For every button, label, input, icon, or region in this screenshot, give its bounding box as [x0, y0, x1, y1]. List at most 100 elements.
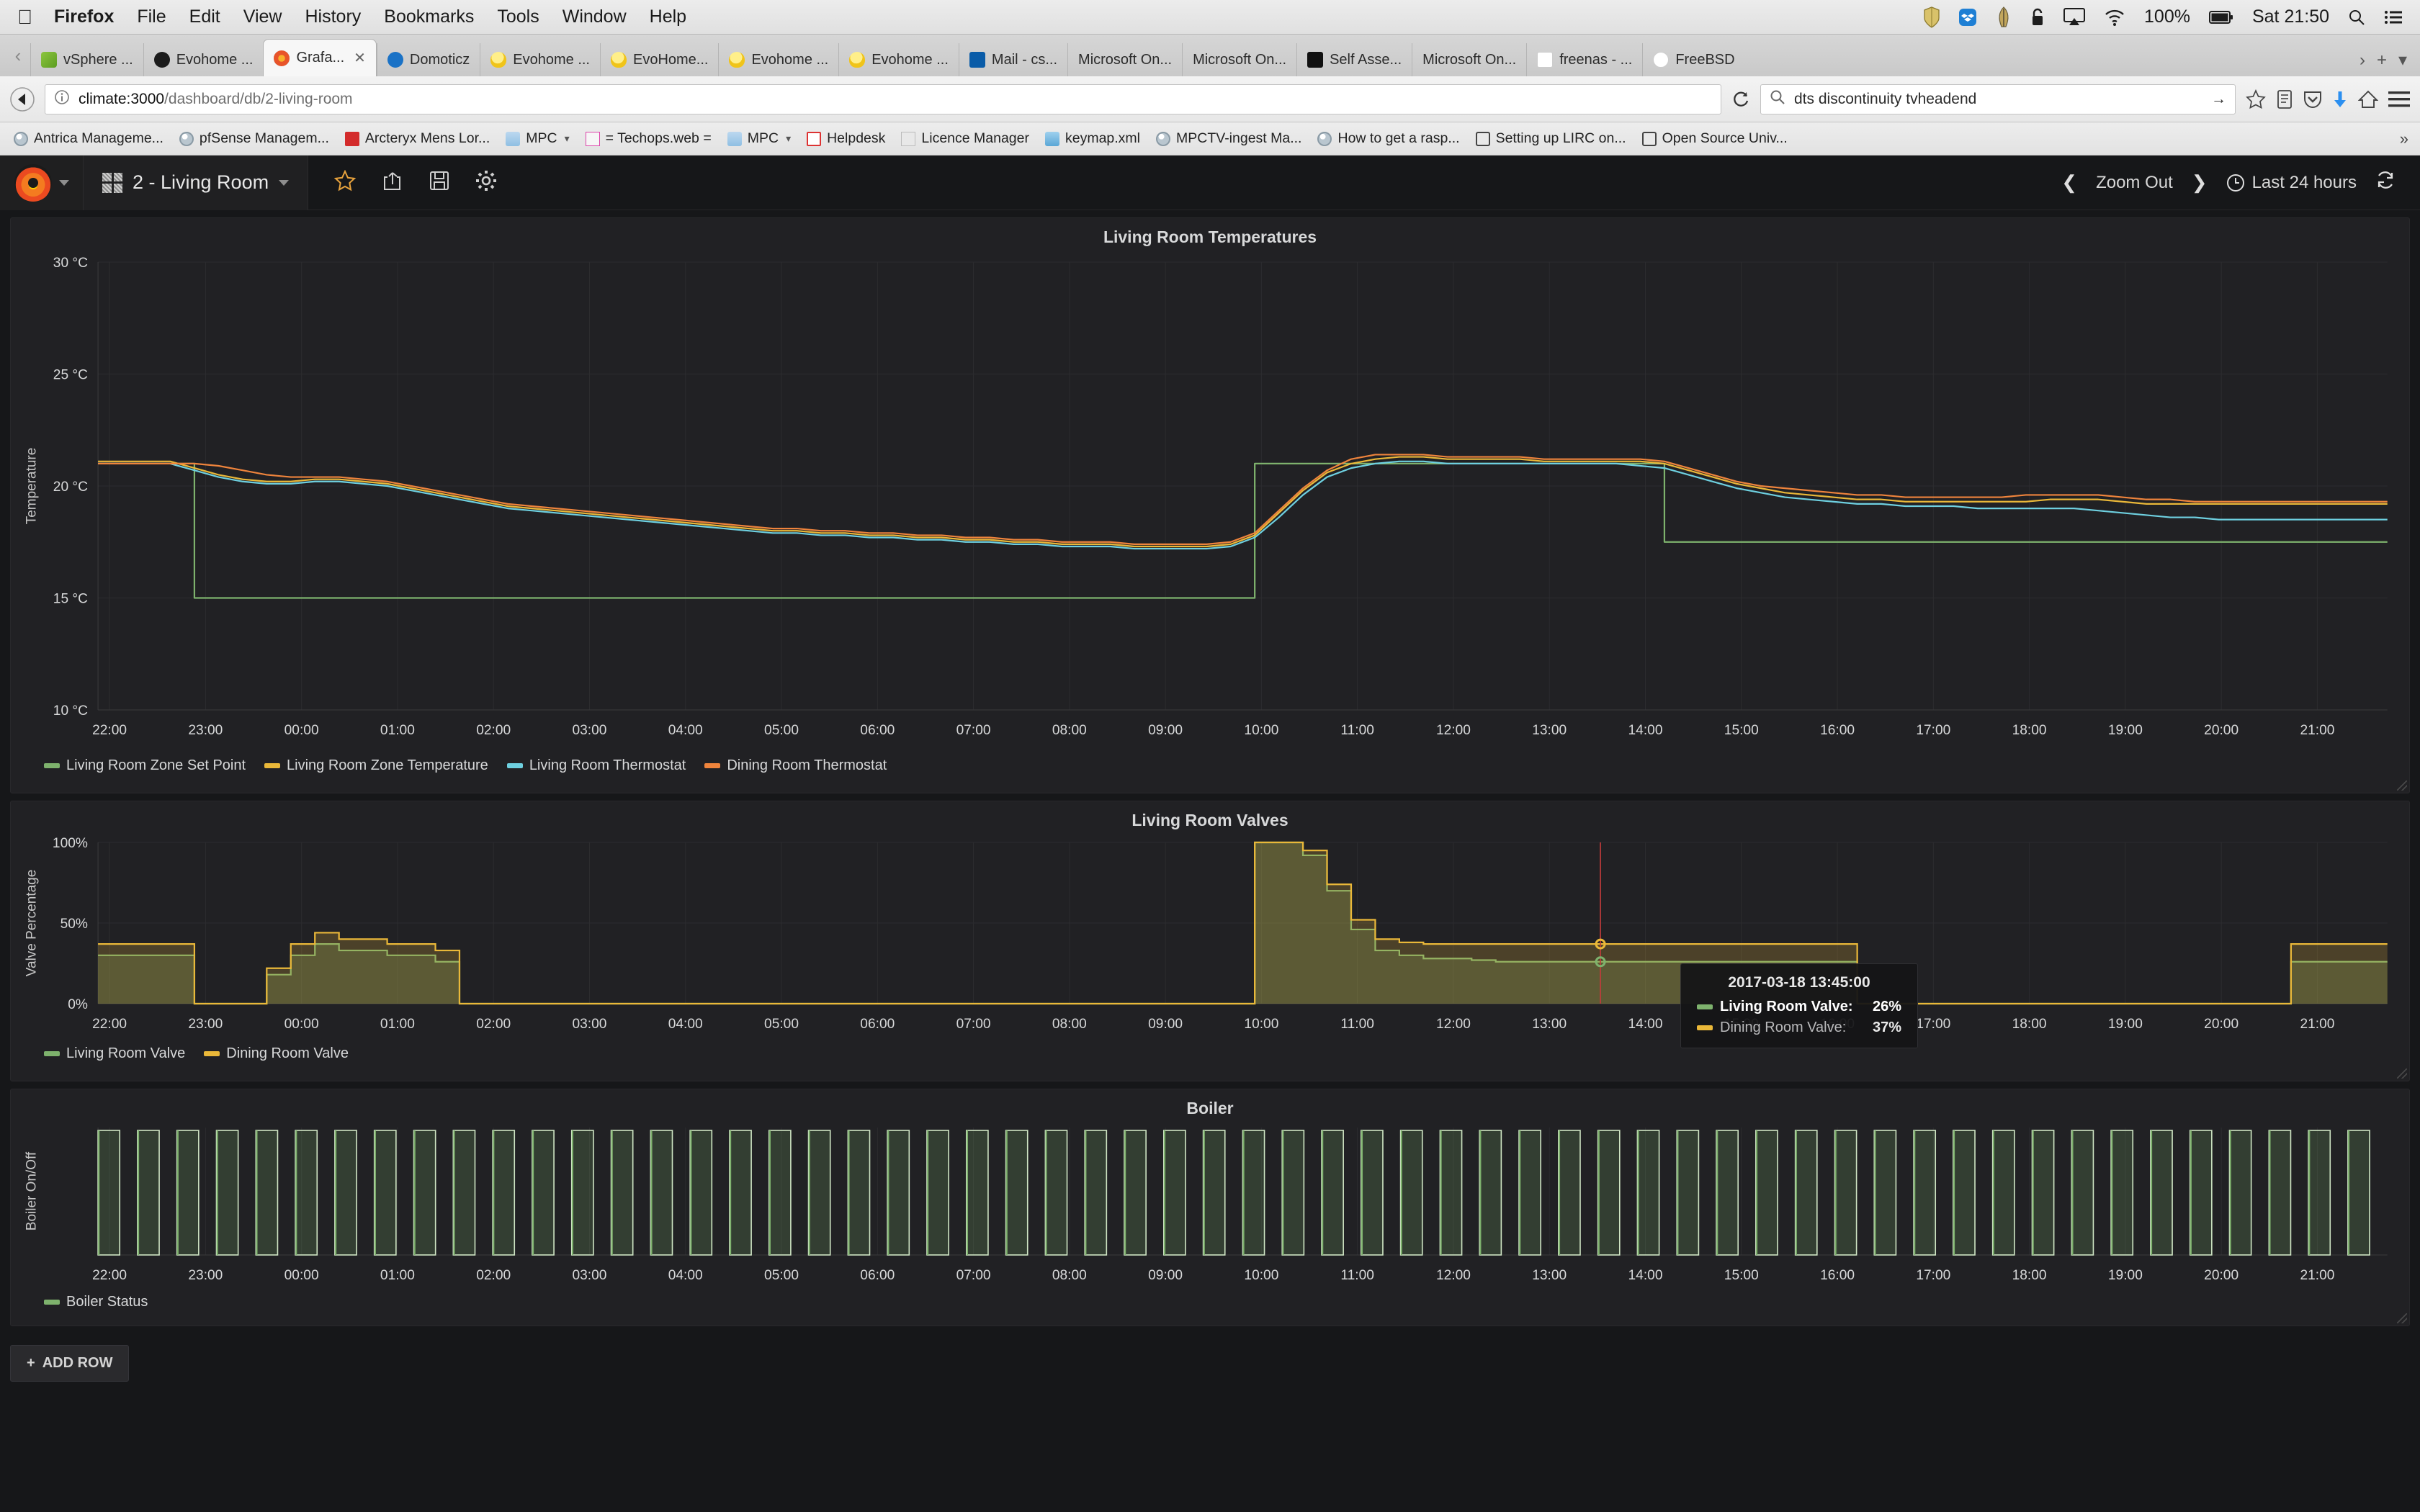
legend-item[interactable]: Living Room Zone Set Point [44, 757, 246, 774]
list-icon[interactable] [2384, 9, 2403, 25]
search-input[interactable]: dts discontinuity tvheadend [1794, 91, 2202, 108]
menu-history[interactable]: History [305, 6, 362, 27]
temperature-chart[interactable]: Temperature 10 °C 15 °C 20 °C 25 °C 30 °C 22:0… [11, 249, 2409, 753]
menu-window[interactable]: Window [563, 6, 627, 27]
panel-resize-handle[interactable] [2397, 780, 2407, 791]
legend-item[interactable]: Boiler Status [44, 1294, 148, 1310]
browser-tab[interactable]: Self Asse... [1296, 43, 1412, 76]
browser-tab[interactable]: EvoHome... [599, 43, 718, 76]
star-icon[interactable] [333, 169, 357, 195]
hamburger-menu-icon[interactable] [2388, 90, 2410, 109]
settings-gear-icon[interactable] [475, 170, 497, 195]
lock-icon[interactable] [2030, 7, 2045, 27]
legend-item[interactable]: Living Room Zone Temperature [264, 757, 488, 774]
pocket-icon[interactable] [2303, 89, 2322, 109]
bookmark-item[interactable]: pfSense Managem... [173, 127, 336, 150]
download-icon[interactable] [2332, 89, 2348, 109]
tab-scroll-left-icon[interactable]: ‹ [6, 35, 30, 76]
airplay-icon[interactable] [2063, 7, 2086, 27]
menu-help[interactable]: Help [650, 6, 686, 27]
chevron-down-icon[interactable]: ▾ [565, 132, 570, 145]
time-shift-back-icon[interactable]: ❮ [2061, 171, 2077, 194]
legend-item[interactable]: Dining Room Valve [204, 1045, 349, 1062]
browser-tab[interactable]: Mail - cs... [958, 43, 1067, 76]
dropbox-icon[interactable] [1958, 8, 1977, 27]
bookmarks-overflow-icon[interactable]: » [2400, 130, 2413, 148]
browser-tab[interactable]: Evohome ... [718, 43, 838, 76]
legend-item[interactable]: Living Room Thermostat [506, 757, 686, 774]
feather-icon[interactable] [1996, 6, 2012, 28]
panel-boiler[interactable]: Boiler Boiler On/Off 22:00 23:00 00:00 01:00… [10, 1089, 2410, 1326]
panel-title[interactable]: Living Room Valves [11, 801, 2409, 832]
battery-icon[interactable] [2208, 10, 2233, 24]
panel-resize-handle[interactable] [2397, 1313, 2407, 1323]
apple-icon[interactable]:  [17, 6, 32, 27]
share-icon[interactable] [382, 170, 403, 195]
boiler-chart[interactable]: Boiler On/Off 22:00 23:00 00:00 01:00 02:00 03… [11, 1120, 2409, 1290]
bookmark-item[interactable]: Antrica Manageme... [7, 127, 170, 150]
grafana-home-button[interactable] [0, 156, 84, 210]
new-tab-button[interactable]: + [2377, 50, 2387, 71]
dashboard-selector[interactable]: 2 - Living Room [84, 156, 309, 210]
search-go-icon[interactable]: → [2211, 91, 2226, 108]
browser-tab[interactable]: Evohome ... [480, 43, 600, 76]
panel-title[interactable]: Boiler [11, 1089, 2409, 1120]
legend-item[interactable]: Living Room Valve [44, 1045, 185, 1062]
menu-view[interactable]: View [243, 6, 282, 27]
save-icon[interactable] [429, 171, 449, 194]
reload-icon[interactable] [1731, 90, 1750, 109]
reader-view-icon[interactable] [2276, 89, 2293, 109]
browser-tab[interactable]: Microsoft On... [1182, 43, 1296, 76]
browser-tab[interactable]: FreeBSD [1642, 43, 1744, 76]
menu-file[interactable]: File [137, 6, 166, 27]
browser-tab[interactable]: Microsoft On... [1067, 43, 1182, 76]
bookmark-item[interactable]: MPC ▾ [499, 127, 575, 150]
bookmark-item[interactable]: keymap.xml [1039, 127, 1147, 150]
zoom-out-button[interactable]: Zoom Out [2096, 173, 2173, 193]
time-shift-forward-icon[interactable]: ❯ [2192, 171, 2208, 194]
menu-bookmarks[interactable]: Bookmarks [384, 6, 474, 27]
bookmark-item[interactable]: Helpdesk [800, 127, 892, 150]
bookmark-item[interactable]: Licence Manager [895, 127, 1036, 150]
wifi-icon[interactable] [2104, 9, 2125, 26]
browser-tab[interactable]: freenas - ... [1526, 43, 1642, 76]
browser-tab[interactable]: vSphere ... [30, 43, 143, 76]
bookmark-item[interactable]: MPC ▾ [721, 127, 797, 150]
bookmark-item[interactable]: MPCTV-ingest Ma... [1150, 127, 1308, 150]
chevron-down-icon[interactable]: ▾ [786, 132, 791, 145]
tab-overflow-icon[interactable]: › [2360, 50, 2365, 71]
star-icon[interactable] [2246, 89, 2266, 109]
menu-firefox[interactable]: Firefox [54, 6, 114, 27]
bookmark-item[interactable]: = Techops.web = [579, 127, 718, 150]
back-arrow-icon[interactable] [10, 86, 35, 112]
panel-living-room-temperatures[interactable]: Living Room Temperatures Temperature 10 °… [10, 217, 2410, 793]
menu-edit[interactable]: Edit [189, 6, 220, 27]
chevron-down-icon[interactable] [279, 179, 290, 186]
url-bar[interactable]: climate:3000/dashboard/db/2-living-room [45, 84, 1721, 114]
panel-resize-handle[interactable] [2397, 1068, 2407, 1079]
time-range-picker[interactable]: Last 24 hours [2226, 173, 2357, 193]
bookmark-item[interactable]: How to get a rasp... [1311, 127, 1466, 150]
chevron-down-icon[interactable] [58, 179, 69, 186]
browser-tab[interactable]: Microsoft On... [1412, 43, 1526, 76]
legend-item[interactable]: Dining Room Thermostat [704, 757, 887, 774]
page-info-icon[interactable] [54, 89, 70, 109]
bookmark-item[interactable]: Open Source Univ... [1636, 127, 1794, 150]
close-icon[interactable]: ✕ [354, 49, 366, 67]
valves-chart[interactable]: Valve Percentage 0% 50% 100% 22:00 23:00 00:00… [11, 832, 2409, 1048]
add-row-button[interactable]: + ADD ROW [10, 1345, 130, 1382]
browser-tab[interactable]: Evohome ... [838, 43, 959, 76]
shield-icon[interactable] [1924, 6, 1940, 28]
browser-tab[interactable]: Evohome ... [143, 43, 264, 76]
menu-tools[interactable]: Tools [497, 6, 539, 27]
browser-tab[interactable]: Grafa... ✕ [263, 39, 377, 76]
home-icon[interactable] [2358, 89, 2378, 109]
search-icon[interactable] [2348, 9, 2365, 26]
bookmark-item[interactable]: Arcteryx Mens Lor... [339, 127, 496, 150]
refresh-icon[interactable] [2375, 170, 2396, 195]
panel-living-room-valves[interactable]: Living Room Valves Valve Percentage 0% 50%… [10, 801, 2410, 1081]
tab-list-icon[interactable]: ▾ [2398, 50, 2407, 71]
panel-title[interactable]: Living Room Temperatures [11, 218, 2409, 249]
bookmark-item[interactable]: Setting up LIRC on... [1469, 127, 1633, 150]
search-bar[interactable]: dts discontinuity tvheadend → [1760, 84, 2236, 114]
